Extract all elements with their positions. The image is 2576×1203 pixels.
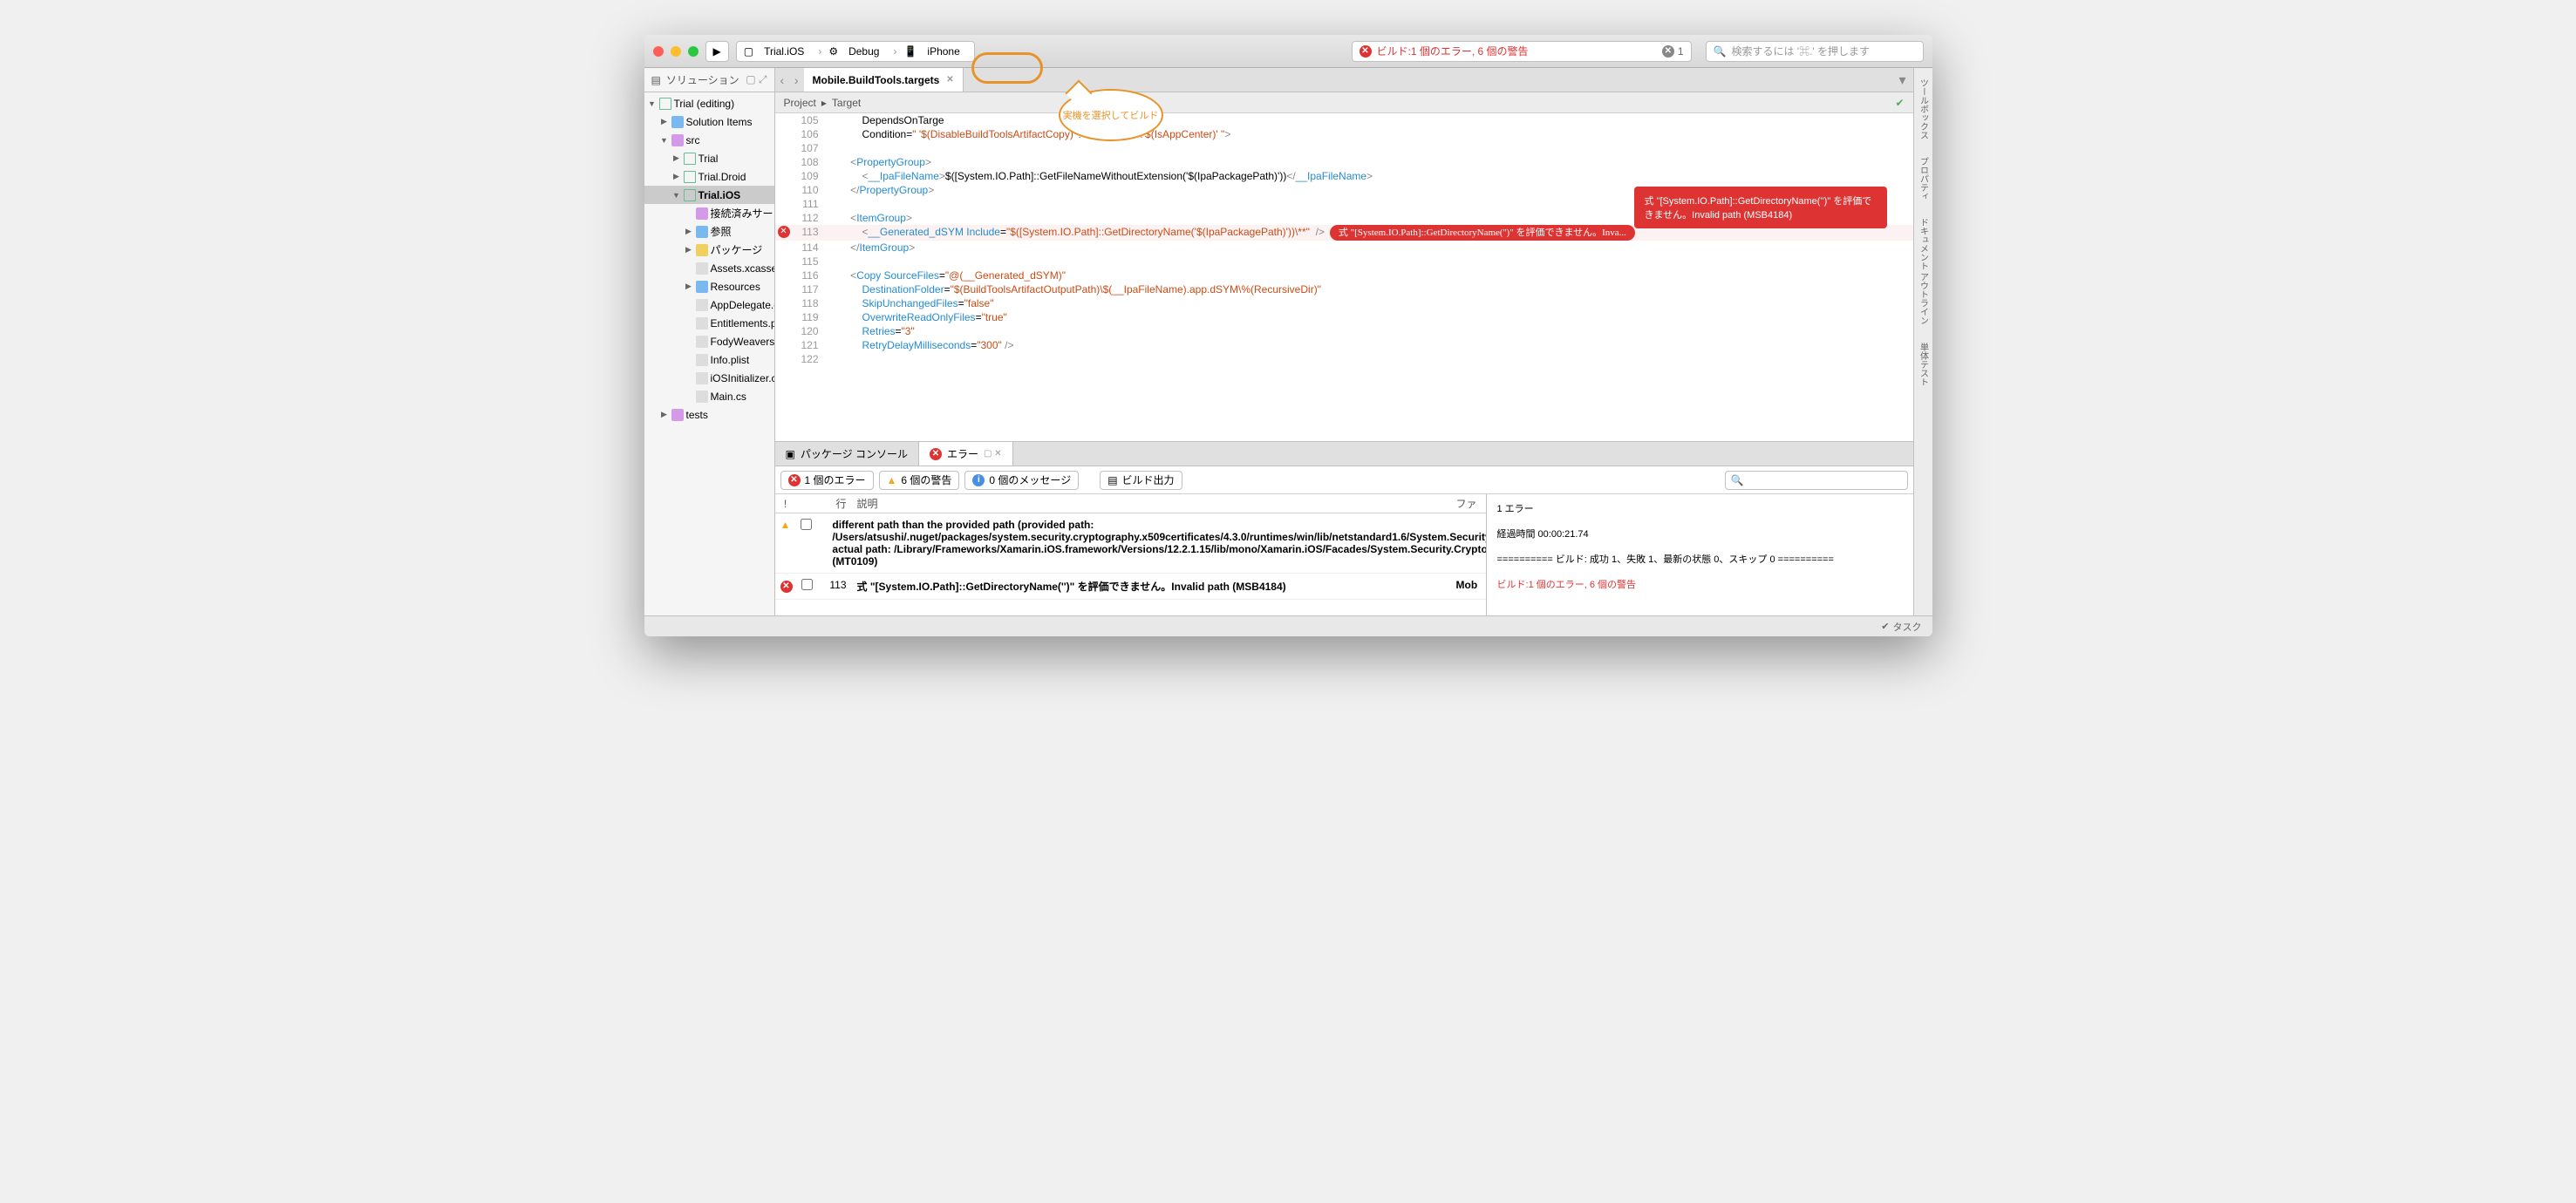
output-icon: ▤ xyxy=(1107,474,1117,486)
tree-item[interactable]: ▶Solution Items xyxy=(644,112,774,131)
error-icon: ✕ xyxy=(1360,45,1372,58)
global-search[interactable]: 🔍 検索するには '⌘.' を押します xyxy=(1706,41,1924,62)
close-window-button[interactable] xyxy=(653,46,664,57)
tree-item[interactable]: iOSInitializer.cs xyxy=(644,369,774,387)
traffic-lights xyxy=(653,46,699,57)
minimize-window-button[interactable] xyxy=(671,46,681,57)
rtab-properties[interactable]: プロパティ xyxy=(1917,153,1930,204)
tree-item[interactable]: ▼src xyxy=(644,131,774,149)
code-line[interactable]: 122 xyxy=(775,352,1913,366)
code-line[interactable]: 118 SkipUnchangedFiles="false" xyxy=(775,296,1913,310)
error-filters: ✕1 個のエラー ▲6 個の警告 i0 個のメッセージ ▤ビルド出力 🔍 xyxy=(775,466,1913,494)
statusbar: ✔ タスク xyxy=(644,615,1932,636)
warning-icon: ▲ xyxy=(887,474,897,486)
code-line[interactable]: 109 <__IpaFileName>$([System.IO.Path]::G… xyxy=(775,169,1913,183)
error-gutter-icon: ✕ xyxy=(778,226,790,238)
titlebar: ▶ ▢ Trial.iOS › ⚙ Debug › 📱 iPhone ✕ ビルド… xyxy=(644,35,1932,68)
tree-item[interactable]: FodyWeavers.xm xyxy=(644,332,774,350)
error-list-header: ! 行 説明 ファ xyxy=(775,494,1486,513)
tree-item[interactable]: ▶パッケージ xyxy=(644,241,774,259)
error-tooltip: 式 "[System.IO.Path]::GetDirectoryName(''… xyxy=(1634,187,1887,228)
run-button[interactable]: ▶ xyxy=(705,41,729,62)
code-line[interactable]: 120 Retries="3" xyxy=(775,324,1913,338)
dock-icon[interactable]: ▢ ✕ xyxy=(984,449,1002,459)
inline-error: 式 "[System.IO.Path]::GetDirectoryName(''… xyxy=(1330,225,1635,241)
tree-item[interactable]: ▼Trial (editing) xyxy=(644,94,774,112)
build-output[interactable]: 1 エラー 経過時間 00:00:21.74 ========== ビルド: 成… xyxy=(1486,494,1913,615)
tree-item[interactable]: ▶Trial xyxy=(644,149,774,167)
tree-item[interactable]: ▶Resources xyxy=(644,277,774,296)
tree-item[interactable]: Main.cs xyxy=(644,387,774,405)
editor-tabbar: ‹ › Mobile.BuildTools.targets ✕ ▾ xyxy=(775,68,1913,92)
analysis-ok-icon: ✔ xyxy=(1895,97,1904,109)
error-search[interactable]: 🔍 xyxy=(1725,471,1908,490)
editor-tab[interactable]: Mobile.BuildTools.targets ✕ xyxy=(804,68,964,92)
main-area: ▤ ソリューション ▢ ⤢ ▼Trial (editing)▶Solution … xyxy=(644,68,1932,615)
build-output-button[interactable]: ▤ビルド出力 xyxy=(1100,471,1182,490)
project-selector[interactable]: ▢ Trial.iOS xyxy=(737,45,819,58)
tree-item[interactable]: AppDelegate.cs xyxy=(644,296,774,314)
ide-window: 実機を選択してビルド ▶ ▢ Trial.iOS › ⚙ Debug › 📱 i… xyxy=(644,35,1932,636)
solution-tree[interactable]: ▼Trial (editing)▶Solution Items▼src▶Tria… xyxy=(644,92,774,615)
tree-item[interactable]: ▶参照 xyxy=(644,222,774,241)
tree-item[interactable]: ▶tests xyxy=(644,405,774,424)
build-status[interactable]: ✕ ビルド:1 個のエラー, 6 個の警告 ✕1 xyxy=(1352,41,1692,62)
rtab-outline[interactable]: ドキュメント アウトライン xyxy=(1917,214,1930,329)
tree-item[interactable]: Info.plist xyxy=(644,350,774,369)
zoom-window-button[interactable] xyxy=(688,46,699,57)
run-config-selector[interactable]: ▢ Trial.iOS › ⚙ Debug › 📱 iPhone xyxy=(736,41,975,62)
error-list[interactable]: ! 行 説明 ファ ▲different path than the provi… xyxy=(775,494,1486,615)
tab-overflow-icon[interactable]: ▾ xyxy=(1891,68,1912,92)
error-icon: ✕ xyxy=(788,474,801,486)
editor-area: ‹ › Mobile.BuildTools.targets ✕ ▾ Projec… xyxy=(775,68,1913,615)
rtab-toolbox[interactable]: ツールボックス xyxy=(1917,75,1930,143)
nav-back-forward[interactable]: ‹ › xyxy=(775,68,804,92)
code-line[interactable]: 116 <Copy SourceFiles="@(__Generated_dSY… xyxy=(775,268,1913,282)
solution-sidebar: ▤ ソリューション ▢ ⤢ ▼Trial (editing)▶Solution … xyxy=(644,68,775,615)
info-icon: i xyxy=(972,474,985,486)
task-check-icon: ✔ xyxy=(1881,621,1889,632)
bottom-panel: ▣パッケージ コンソール ✕エラー▢ ✕ ✕1 個のエラー ▲6 個の警告 i0… xyxy=(775,441,1913,615)
tree-item[interactable]: ▶Trial.Droid xyxy=(644,167,774,186)
code-line[interactable]: 107 xyxy=(775,141,1913,155)
tree-item[interactable]: ▼Trial.iOS xyxy=(644,186,774,204)
sidebar-dock-icon[interactable]: ▢ ⤢ xyxy=(746,73,767,86)
filter-warnings[interactable]: ▲6 個の警告 xyxy=(879,471,960,490)
tree-item[interactable]: Entitlements.plis xyxy=(644,314,774,332)
tab-package-console[interactable]: ▣パッケージ コンソール xyxy=(775,442,919,466)
config-selector[interactable]: ⚙ Debug xyxy=(821,45,893,58)
bottom-tabs: ▣パッケージ コンソール ✕エラー▢ ✕ xyxy=(775,442,1913,466)
right-sidebar: ツールボックス プロパティ ドキュメント アウトライン 単体テスト xyxy=(1913,68,1932,615)
filter-errors[interactable]: ✕1 個のエラー xyxy=(780,471,874,490)
sidebar-header: ▤ ソリューション ▢ ⤢ xyxy=(644,68,774,92)
solution-icon: ▤ xyxy=(651,74,661,86)
tree-item[interactable]: 接続済みサービ xyxy=(644,204,774,222)
code-line[interactable]: 106 Condition=" '$(DisableBuildToolsArti… xyxy=(775,127,1913,141)
filter-messages[interactable]: i0 個のメッセージ xyxy=(964,471,1079,490)
code-editor[interactable]: 105 DependsOnTarge106 Condition=" '$(Dis… xyxy=(775,113,1913,441)
error-row[interactable]: ▲different path than the provided path (… xyxy=(775,513,1486,574)
code-line[interactable]: 115 xyxy=(775,255,1913,268)
breadcrumb[interactable]: Project ▸ Target ✔ xyxy=(775,92,1913,113)
tab-errors[interactable]: ✕エラー▢ ✕ xyxy=(919,442,1013,466)
error-checkbox[interactable] xyxy=(801,579,813,590)
tree-item[interactable]: Assets.xcassets xyxy=(644,259,774,277)
close-tab-icon[interactable]: ✕ xyxy=(946,75,953,85)
error-icon: ✕ xyxy=(930,448,942,460)
bottom-content: ! 行 説明 ファ ▲different path than the provi… xyxy=(775,494,1913,615)
error-checkbox[interactable] xyxy=(801,519,812,530)
code-line[interactable]: 114 </ItemGroup> xyxy=(775,241,1913,255)
code-line[interactable]: 119 OverwriteReadOnlyFiles="true" xyxy=(775,310,1913,324)
code-line[interactable]: 105 DependsOnTarge xyxy=(775,113,1913,127)
code-line[interactable]: 117 DestinationFolder="$(BuildToolsArtif… xyxy=(775,282,1913,296)
error-row[interactable]: ✕113式 "[System.IO.Path]::GetDirectoryNam… xyxy=(775,574,1486,600)
count-icon: ✕ xyxy=(1662,45,1674,58)
device-selector[interactable]: 📱 iPhone xyxy=(896,45,973,58)
search-icon: 🔍 xyxy=(1714,45,1727,58)
code-line[interactable]: 108 <PropertyGroup> xyxy=(775,155,1913,169)
rtab-tests[interactable]: 単体テスト xyxy=(1917,339,1930,390)
code-line[interactable]: 121 RetryDelayMilliseconds="300" /> xyxy=(775,338,1913,352)
